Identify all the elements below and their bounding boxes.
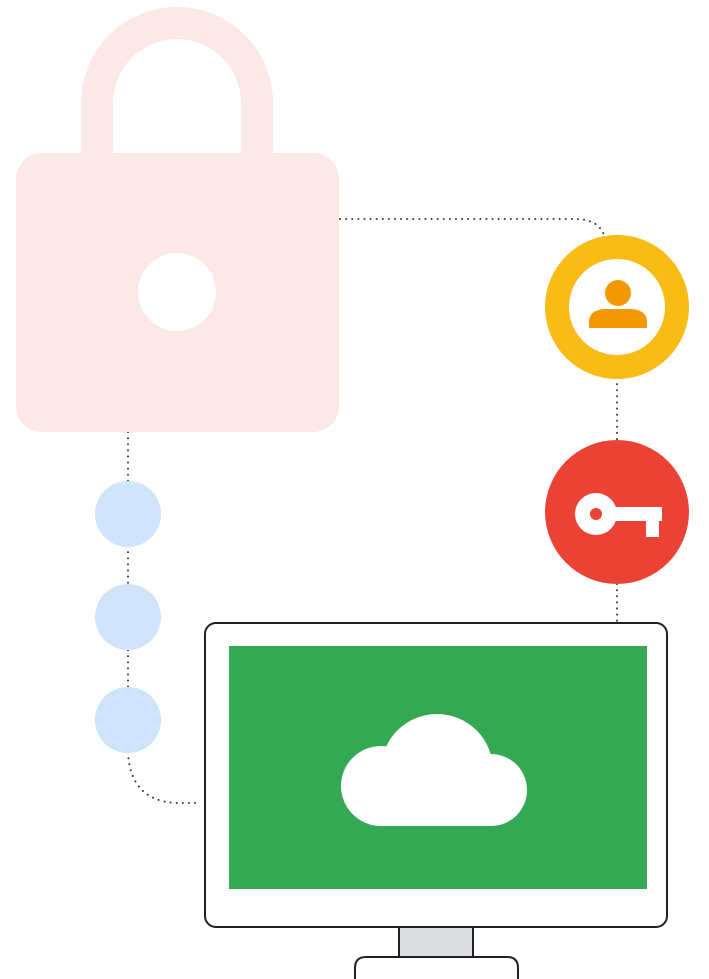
padlock-icon: [16, 7, 339, 432]
padlock-shackle: [81, 7, 273, 160]
security-illustration: [16, 7, 689, 979]
monitor-icon: [204, 622, 668, 979]
padlock-keyhole: [138, 253, 216, 331]
step-circle-3: [95, 687, 161, 753]
step-circle-1: [95, 481, 161, 547]
connector-lock-to-user: [339, 218, 606, 239]
key-badge: [545, 440, 689, 584]
monitor-stand-base: [354, 956, 519, 979]
step-circle-2: [95, 584, 161, 650]
user-badge: [545, 235, 689, 379]
connector-steps-to-monitor: [127, 751, 201, 804]
monitor-stand-neck: [398, 925, 474, 960]
step-circles: [95, 481, 161, 753]
